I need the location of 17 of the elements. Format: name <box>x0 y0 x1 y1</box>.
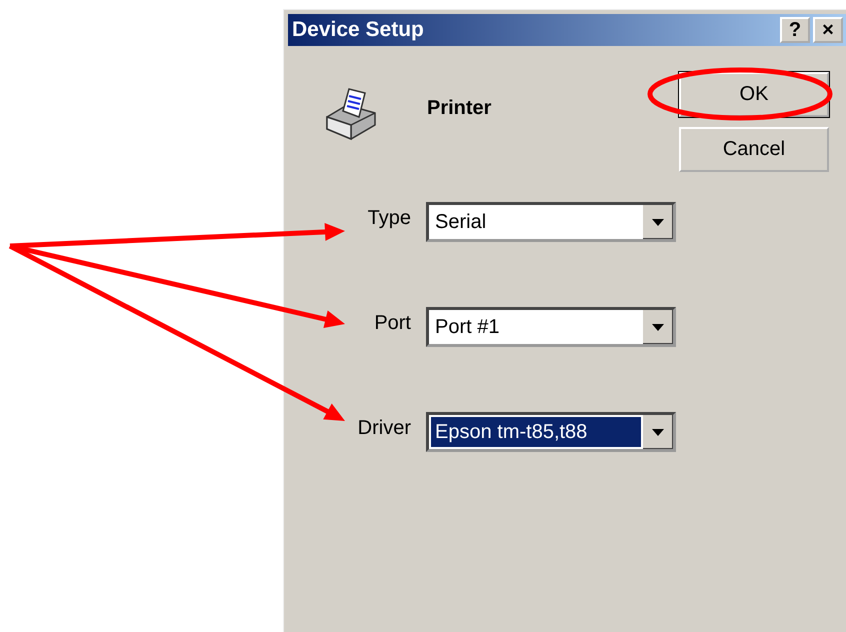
dropdown-arrow-icon[interactable] <box>643 415 673 449</box>
help-button[interactable]: ? <box>780 17 810 43</box>
dropdown-value: Epson tm-t85,t88 <box>431 417 641 447</box>
window-title: Device Setup <box>292 18 424 42</box>
dropdown-field[interactable]: Port #1 <box>426 307 676 347</box>
dropdown-field[interactable]: Epson tm-t85,t88 <box>426 412 676 452</box>
dropdown-field[interactable]: Serial <box>426 202 676 242</box>
dialog-button[interactable]: Cancel <box>679 127 829 172</box>
dropdown-arrow-icon[interactable] <box>643 310 673 344</box>
field-label: Driver <box>356 416 411 440</box>
close-button[interactable]: × <box>813 17 843 43</box>
dropdown-value: Serial <box>434 210 488 234</box>
field-label: Port <box>373 312 411 334</box>
device-name: Printer <box>427 96 492 120</box>
dropdown-arrow-icon[interactable] <box>643 205 673 239</box>
field-label: Type <box>366 206 411 230</box>
dropdown-value: Port #1 <box>434 314 500 340</box>
